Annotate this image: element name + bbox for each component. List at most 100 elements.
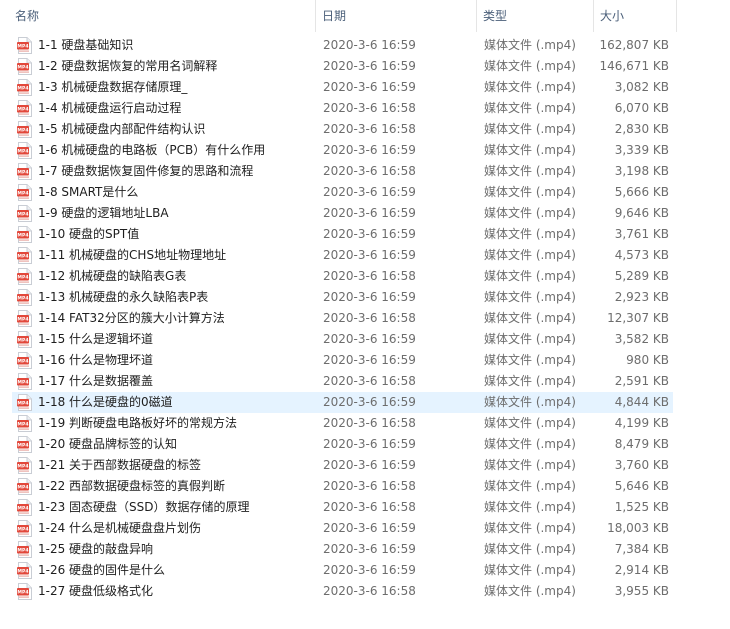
file-name: 1-6 机械硬盘的电路板（PCB）有什么作用 bbox=[38, 143, 266, 157]
file-row[interactable]: MP4 1-7 硬盘数据恢复固件修复的思路和流程 2020-3-6 16:58 媒体文… bbox=[0, 161, 730, 182]
mp4-file-icon: MP4 bbox=[17, 163, 32, 180]
column-header-size[interactable]: 大小 bbox=[594, 0, 677, 32]
file-row[interactable]: MP4 1-9 硬盘的逻辑地址LBA 2020-3-6 16:59 媒体文件 (.mp… bbox=[0, 203, 730, 224]
file-name: 1-21 关于西部数据硬盘的标签 bbox=[38, 458, 202, 472]
file-name: 1-18 什么是硬盘的0磁道 bbox=[38, 395, 173, 409]
file-size: 980 KB bbox=[626, 353, 669, 367]
file-size: 3,955 KB bbox=[614, 584, 669, 598]
file-row[interactable]: MP4 1-19 判断硬盘电路板好坏的常规方法 2020-3-6 16:58 媒体文件… bbox=[0, 413, 730, 434]
file-date: 2020-3-6 16:59 bbox=[323, 332, 416, 346]
file-row[interactable]: MP4 1-3 机械硬盘数据存储原理_ 2020-3-6 16:59 媒体文件 (.m… bbox=[0, 77, 730, 98]
file-name: 1-5 机械硬盘内部配件结构认识 bbox=[38, 122, 206, 136]
svg-text:MP4: MP4 bbox=[17, 569, 28, 575]
file-size: 162,807 KB bbox=[599, 38, 669, 52]
file-row[interactable]: MP4 1-12 机械硬盘的缺陷表G表 2020-3-6 16:58 媒体文件 (.m… bbox=[0, 266, 730, 287]
file-size: 2,923 KB bbox=[614, 290, 669, 304]
svg-text:MP4: MP4 bbox=[17, 338, 28, 344]
svg-text:MP4: MP4 bbox=[17, 233, 28, 239]
column-header-bar: 名称 日期 类型 大小 bbox=[0, 0, 730, 32]
file-size: 5,666 KB bbox=[614, 185, 669, 199]
file-row[interactable]: MP4 1-15 什么是逻辑坏道 2020-3-6 16:59 媒体文件 (.mp4)… bbox=[0, 329, 730, 350]
mp4-file-icon: MP4 bbox=[17, 478, 32, 495]
svg-text:MP4: MP4 bbox=[17, 86, 28, 92]
file-row[interactable]: MP4 1-18 什么是硬盘的0磁道 2020-3-6 16:59 媒体文件 (.mp… bbox=[0, 392, 730, 413]
file-name: 1-25 硬盘的敲盘异响 bbox=[38, 542, 154, 556]
file-name: 1-3 机械硬盘数据存储原理_ bbox=[38, 80, 188, 94]
svg-text:MP4: MP4 bbox=[17, 212, 28, 218]
file-row[interactable]: MP4 1-17 什么是数据覆盖 2020-3-6 16:58 媒体文件 (.mp4)… bbox=[0, 371, 730, 392]
file-date: 2020-3-6 16:59 bbox=[323, 143, 416, 157]
file-row[interactable]: MP4 1-26 硬盘的固件是什么 2020-3-6 16:59 媒体文件 (.mp4… bbox=[0, 560, 730, 581]
file-row[interactable]: MP4 1-1 硬盘基础知识 2020-3-6 16:59 媒体文件 (.mp4) 16… bbox=[0, 35, 730, 56]
mp4-file-icon: MP4 bbox=[17, 373, 32, 390]
file-name: 1-2 硬盘数据恢复的常用名词解释 bbox=[38, 59, 218, 73]
file-name: 1-23 固态硬盘（SSD）数据存储的原理 bbox=[38, 500, 250, 514]
file-type: 媒体文件 (.mp4) bbox=[484, 143, 576, 157]
file-name: 1-7 硬盘数据恢复固件修复的思路和流程 bbox=[38, 164, 254, 178]
column-header-name[interactable]: 名称 bbox=[9, 0, 316, 32]
file-date: 2020-3-6 16:58 bbox=[323, 584, 416, 598]
file-size: 3,761 KB bbox=[614, 227, 669, 241]
file-size: 1,525 KB bbox=[614, 500, 669, 514]
file-type: 媒体文件 (.mp4) bbox=[484, 38, 576, 52]
file-type: 媒体文件 (.mp4) bbox=[484, 80, 576, 94]
file-row[interactable]: MP4 1-24 什么是机械硬盘盘片划伤 2020-3-6 16:59 媒体文件 (.… bbox=[0, 518, 730, 539]
column-header-date[interactable]: 日期 bbox=[316, 0, 477, 32]
file-date: 2020-3-6 16:58 bbox=[323, 311, 416, 325]
file-type: 媒体文件 (.mp4) bbox=[484, 542, 576, 556]
mp4-file-icon: MP4 bbox=[17, 562, 32, 579]
file-row[interactable]: MP4 1-22 西部数据硬盘标签的真假判断 2020-3-6 16:58 媒体文件 … bbox=[0, 476, 730, 497]
mp4-file-icon: MP4 bbox=[17, 394, 32, 411]
file-name: 1-19 判断硬盘电路板好坏的常规方法 bbox=[38, 416, 238, 430]
file-row[interactable]: MP4 1-11 机械硬盘的CHS地址物理地址 2020-3-6 16:59 媒体文件… bbox=[0, 245, 730, 266]
file-name: 1-17 什么是数据覆盖 bbox=[38, 374, 154, 388]
file-row[interactable]: MP4 1-2 硬盘数据恢复的常用名词解释 2020-3-6 16:59 媒体文件 (… bbox=[0, 56, 730, 77]
file-row[interactable]: MP4 1-16 什么是物理坏道 2020-3-6 16:59 媒体文件 (.mp4)… bbox=[0, 350, 730, 371]
file-type: 媒体文件 (.mp4) bbox=[484, 59, 576, 73]
svg-text:MP4: MP4 bbox=[17, 527, 28, 533]
file-row[interactable]: MP4 1-27 硬盘低级格式化 2020-3-6 16:58 媒体文件 (.mp4)… bbox=[0, 581, 730, 602]
file-row[interactable]: MP4 1-25 硬盘的敲盘异响 2020-3-6 16:59 媒体文件 (.mp4)… bbox=[0, 539, 730, 560]
file-type: 媒体文件 (.mp4) bbox=[484, 269, 576, 283]
mp4-file-icon: MP4 bbox=[17, 415, 32, 432]
svg-text:MP4: MP4 bbox=[17, 485, 28, 491]
file-row[interactable]: MP4 1-13 机械硬盘的永久缺陷表P表 2020-3-6 16:59 媒体文件 (… bbox=[0, 287, 730, 308]
file-date: 2020-3-6 16:59 bbox=[323, 59, 416, 73]
file-name: 1-26 硬盘的固件是什么 bbox=[38, 563, 166, 577]
file-date: 2020-3-6 16:59 bbox=[323, 563, 416, 577]
file-type: 媒体文件 (.mp4) bbox=[484, 563, 576, 577]
mp4-file-icon: MP4 bbox=[17, 331, 32, 348]
file-name: 1-1 硬盘基础知识 bbox=[38, 38, 134, 52]
file-row[interactable]: MP4 1-10 硬盘的SPT值 2020-3-6 16:59 媒体文件 (.mp4)… bbox=[0, 224, 730, 245]
file-size: 8,479 KB bbox=[614, 437, 669, 451]
mp4-file-icon: MP4 bbox=[17, 541, 32, 558]
svg-text:MP4: MP4 bbox=[17, 443, 28, 449]
file-row[interactable]: MP4 1-20 硬盘品牌标签的认知 2020-3-6 16:59 媒体文件 (.mp… bbox=[0, 434, 730, 455]
file-type: 媒体文件 (.mp4) bbox=[484, 479, 576, 493]
file-type: 媒体文件 (.mp4) bbox=[484, 416, 576, 430]
file-row[interactable]: MP4 1-23 固态硬盘（SSD）数据存储的原理 2020-3-6 16:58 媒体… bbox=[0, 497, 730, 518]
file-type: 媒体文件 (.mp4) bbox=[484, 185, 576, 199]
file-date: 2020-3-6 16:59 bbox=[323, 248, 416, 262]
file-row[interactable]: MP4 1-21 关于西部数据硬盘的标签 2020-3-6 16:59 媒体文件 (.… bbox=[0, 455, 730, 476]
file-size: 6,070 KB bbox=[614, 101, 669, 115]
file-date: 2020-3-6 16:58 bbox=[323, 500, 416, 514]
mp4-file-icon: MP4 bbox=[17, 247, 32, 264]
file-row[interactable]: MP4 1-5 机械硬盘内部配件结构认识 2020-3-6 16:58 媒体文件 (.… bbox=[0, 119, 730, 140]
file-date: 2020-3-6 16:58 bbox=[323, 416, 416, 430]
svg-text:MP4: MP4 bbox=[17, 44, 28, 50]
file-row[interactable]: MP4 1-6 机械硬盘的电路板（PCB）有什么作用 2020-3-6 16:59 媒… bbox=[0, 140, 730, 161]
mp4-file-icon: MP4 bbox=[17, 352, 32, 369]
mp4-file-icon: MP4 bbox=[17, 37, 32, 54]
file-name: 1-11 机械硬盘的CHS地址物理地址 bbox=[38, 248, 227, 262]
file-row[interactable]: MP4 1-8 SMART是什么 2020-3-6 16:59 媒体文件 (.mp4)… bbox=[0, 182, 730, 203]
column-header-type[interactable]: 类型 bbox=[477, 0, 594, 32]
file-date: 2020-3-6 16:59 bbox=[323, 290, 416, 304]
file-row[interactable]: MP4 1-4 机械硬盘运行启动过程 2020-3-6 16:58 媒体文件 (.mp… bbox=[0, 98, 730, 119]
svg-text:MP4: MP4 bbox=[17, 107, 28, 113]
file-row[interactable]: MP4 1-14 FAT32分区的簇大小计算方法 2020-3-6 16:58 媒体文… bbox=[0, 308, 730, 329]
mp4-file-icon: MP4 bbox=[17, 268, 32, 285]
file-date: 2020-3-6 16:58 bbox=[323, 269, 416, 283]
file-type: 媒体文件 (.mp4) bbox=[484, 395, 576, 409]
file-size: 4,573 KB bbox=[614, 248, 669, 262]
